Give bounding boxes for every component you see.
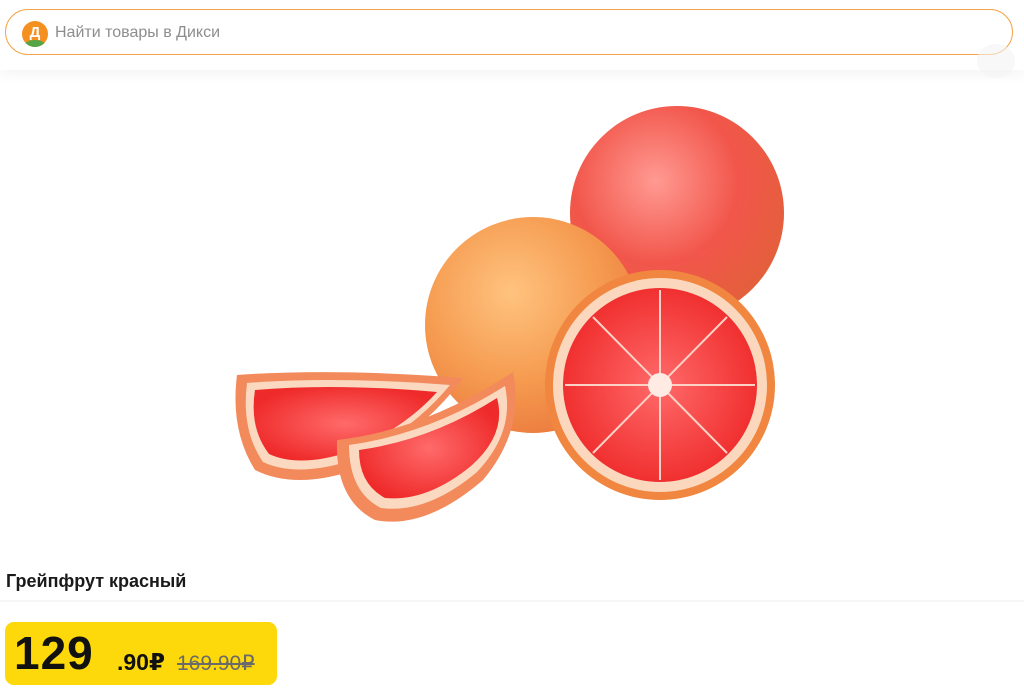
product-title: Грейпфрут красный bbox=[6, 571, 187, 591]
divider bbox=[0, 600, 1024, 602]
product-image bbox=[235, 106, 784, 522]
logo-letter: Д bbox=[29, 24, 41, 41]
close-button[interactable] bbox=[977, 44, 1015, 78]
price-badge: 129 .90₽ 169.90₽ bbox=[5, 622, 277, 685]
search-bar[interactable]: Д Найти товары в Дикси bbox=[5, 9, 1013, 55]
dixy-logo-icon: Д bbox=[22, 21, 48, 47]
price-integer: 129 bbox=[14, 627, 94, 679]
old-price: 169.90₽ bbox=[177, 652, 255, 675]
price-fraction: .90₽ bbox=[117, 649, 165, 675]
search-input[interactable]: Найти товары в Дикси bbox=[55, 23, 220, 42]
header: Д Найти товары в Дикси bbox=[0, 0, 1024, 70]
